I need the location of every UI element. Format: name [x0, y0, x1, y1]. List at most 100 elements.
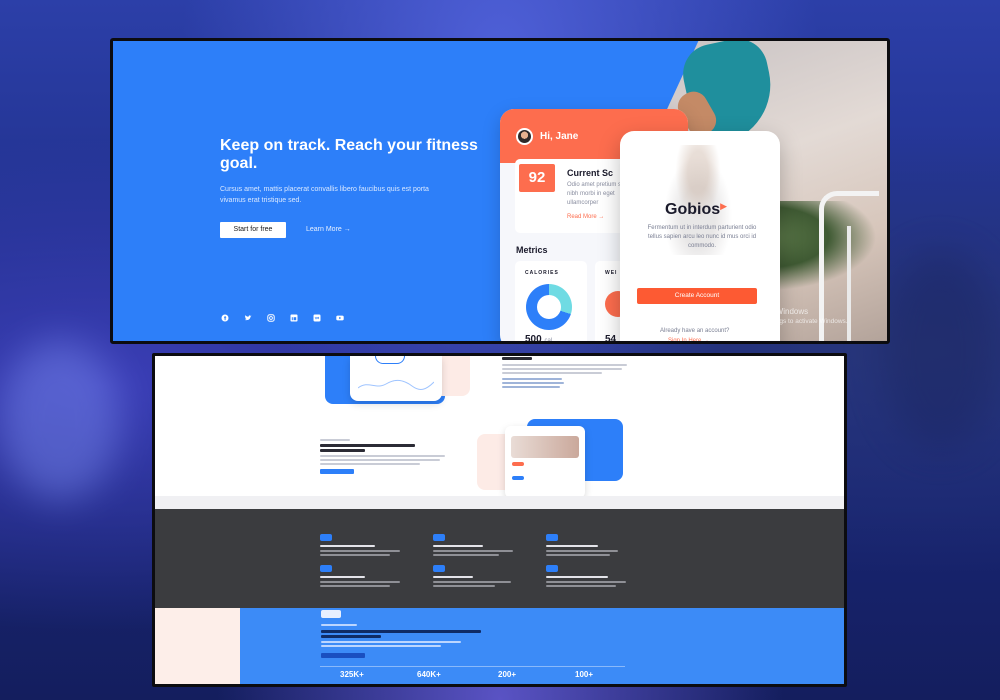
- stat-value-1: 325K+: [340, 670, 364, 679]
- watermark-title: Activate Windows: [745, 307, 809, 316]
- feature-title: [433, 576, 473, 578]
- score-value: 92: [519, 164, 555, 192]
- signup-text: Fermentum ut in interdum parturient odio…: [647, 225, 757, 249]
- feature-icon: [546, 534, 558, 541]
- feature-title: [546, 545, 598, 547]
- feature-icon: [320, 565, 332, 572]
- text-line: [502, 372, 602, 374]
- photo-railing: [847, 226, 887, 341]
- bullet-line: [502, 378, 562, 380]
- twitter-icon[interactable]: [244, 314, 252, 322]
- feature-text: [320, 550, 400, 552]
- weight-value: 54: [605, 334, 617, 344]
- text-line: [502, 364, 627, 366]
- benefits-section: [155, 509, 844, 608]
- feature-icon: [320, 534, 332, 541]
- text-line: [320, 459, 440, 461]
- already-account-text: Already have an account?: [660, 328, 730, 334]
- feature-text: [546, 581, 626, 583]
- sign-in-link[interactable]: Sign In Here →: [668, 338, 709, 341]
- heading-line: [321, 635, 381, 638]
- feature-text: [546, 550, 618, 552]
- learn-more-link[interactable]: Learn More →: [306, 222, 351, 238]
- feature-icon: [546, 565, 558, 572]
- bg-blob: [0, 340, 120, 500]
- text-line: [502, 368, 622, 370]
- heading-line: [320, 449, 365, 452]
- notification-image: [511, 436, 579, 458]
- text-line: [321, 645, 441, 647]
- brand-mark-icon: ▶: [720, 201, 728, 211]
- calories-unit: cal: [544, 338, 553, 344]
- avatar: [516, 128, 533, 145]
- calories-label: CALORIES: [525, 270, 559, 276]
- create-account-button[interactable]: Create Account: [637, 288, 757, 304]
- features-section: [155, 356, 844, 509]
- feature-text: [433, 585, 495, 587]
- brand-name: Gobios: [665, 201, 721, 218]
- feature-icon: [433, 565, 445, 572]
- text-line: [320, 463, 420, 465]
- stats-divider: [320, 666, 625, 667]
- text-line: [320, 455, 445, 457]
- join-button[interactable]: [321, 653, 365, 658]
- bullet-line: [502, 386, 560, 388]
- pink-side-panel: [155, 608, 240, 684]
- feature-text: [433, 581, 511, 583]
- mini-phone-notifications: [505, 426, 585, 498]
- feature-text: [320, 554, 390, 556]
- feature-title: [320, 576, 365, 578]
- feature-text: [320, 581, 400, 583]
- feature-text: [433, 550, 513, 552]
- stat-value-3: 200+: [498, 670, 517, 679]
- feature-text: [320, 585, 390, 587]
- read-more-link[interactable]: Read More →: [567, 214, 604, 220]
- feature-text: [546, 554, 610, 556]
- feature-title: [546, 576, 608, 578]
- mini-line-chart: [358, 379, 434, 390]
- vk-icon[interactable]: [313, 314, 321, 322]
- linkedin-icon[interactable]: [290, 314, 298, 322]
- start-free-button[interactable]: Start for free: [220, 222, 286, 238]
- gauge-icon: [375, 356, 405, 364]
- watermark-subtitle: Go to Settings to activate Windows.: [745, 318, 848, 325]
- text-line: [502, 357, 532, 360]
- brand-logo: Gobios▶: [665, 201, 727, 219]
- feature-text: [546, 585, 616, 587]
- text-line: [320, 439, 350, 441]
- community-icon: [321, 610, 341, 618]
- hero-subtitle: Cursus amet, mattis placerat convallis l…: [220, 186, 429, 204]
- feature-title: [320, 545, 375, 547]
- orange-tag: [512, 462, 524, 466]
- facebook-icon[interactable]: [221, 314, 229, 322]
- bg-blob: [880, 250, 1000, 450]
- calories-value: 500 cal: [525, 334, 553, 344]
- calories-number: 500: [525, 334, 542, 344]
- section-divider: [155, 496, 844, 509]
- greeting-text: Hi, Jane: [540, 131, 579, 142]
- instagram-icon[interactable]: [267, 314, 275, 322]
- score-title: Current Sc: [567, 168, 614, 178]
- metrics-title: Metrics: [516, 245, 548, 255]
- stat-value-4: 100+: [575, 670, 594, 679]
- hero-title: Keep on track. Reach your fitness goal.: [220, 137, 478, 172]
- social-links: [221, 314, 344, 322]
- calories-card: CALORIES 500 cal: [515, 261, 587, 344]
- feature-title: [433, 545, 483, 547]
- page-overview-screenshot-frame: 325K+ 640K+ 200+ 100+: [152, 353, 847, 687]
- community-section: 325K+ 640K+ 200+ 100+: [155, 608, 844, 684]
- feature-text: [433, 554, 499, 556]
- heading-line: [320, 444, 415, 447]
- hero-screenshot-frame: Keep on track. Reach your fitness goal. …: [110, 38, 890, 344]
- heading-line: [321, 630, 481, 633]
- text-line: [321, 641, 461, 643]
- youtube-icon[interactable]: [336, 314, 344, 322]
- mini-phone-stats: [350, 356, 442, 401]
- bullet-line: [502, 382, 564, 384]
- calories-donut-chart: [526, 284, 572, 330]
- windows-watermark: Activate Windows Go to Settings to activ…: [745, 307, 848, 327]
- blue-tag: [512, 476, 524, 480]
- stat-value-2: 640K+: [417, 670, 441, 679]
- cta-button[interactable]: [320, 469, 354, 474]
- text-line: [321, 624, 357, 626]
